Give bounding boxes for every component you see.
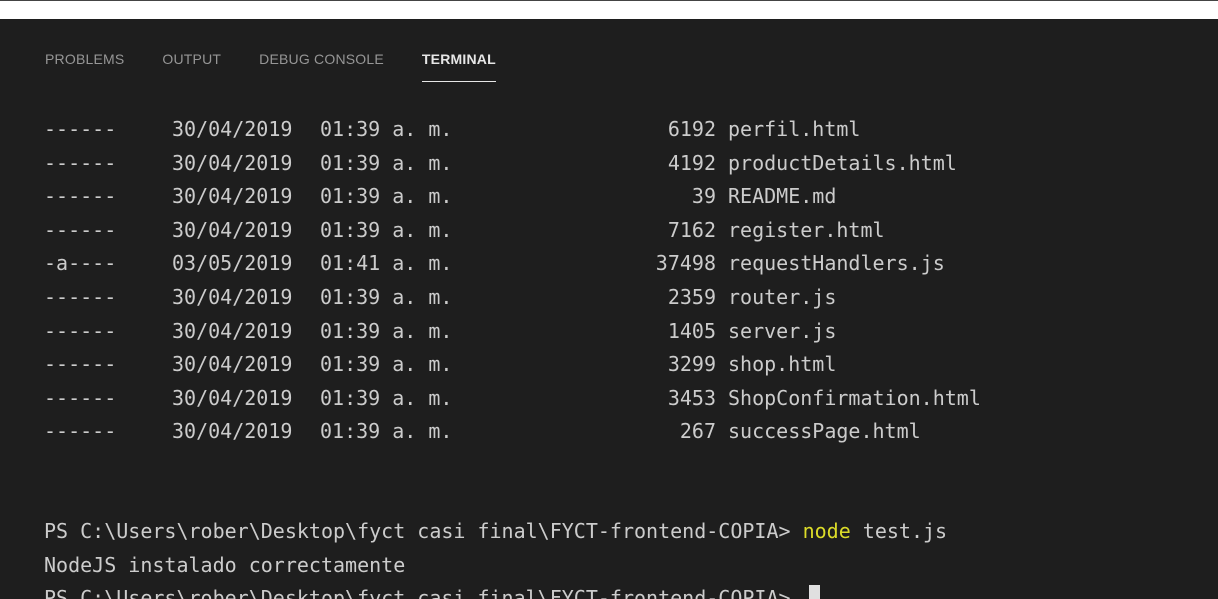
file-time: 01:39 a. m. [320, 284, 453, 309]
listing-row: ------ 30/04/2019 01:39 a. m. 267 successPag… [44, 415, 1218, 449]
file-name: server.js [728, 318, 837, 343]
file-time: 01:39 a. m. [320, 352, 453, 377]
file-length: 1405 [667, 318, 716, 343]
file-length: 2359 [667, 284, 716, 309]
file-name: productDetails.html [728, 150, 957, 175]
file-date: 30/04/2019 [172, 150, 293, 175]
file-date: 30/04/2019 [172, 217, 293, 242]
tab-debug-console[interactable]: DEBUG CONSOLE [259, 45, 384, 67]
file-mode: ------ [44, 284, 117, 309]
file-mode: ------ [44, 385, 117, 410]
file-date: 30/04/2019 [172, 318, 293, 343]
tab-problems[interactable]: PROBLEMS [45, 45, 124, 67]
file-mode: ------ [44, 184, 117, 209]
file-date: 30/04/2019 [172, 352, 293, 377]
file-length: 39 [691, 184, 716, 209]
active-prompt-line[interactable]: PS C:\Users\rober\Desktop\fyct casi fina… [44, 582, 1218, 599]
listing-row: ------ 30/04/2019 01:39 a. m. 6192 perfil.ht… [44, 113, 1218, 147]
file-name: router.js [728, 284, 837, 309]
file-date: 03/05/2019 [172, 251, 293, 276]
listing-row: ------ 30/04/2019 01:39 a. m. 3299 shop.html [44, 348, 1218, 382]
shell-prompt: PS C:\Users\rober\Desktop\fyct casi fina… [44, 518, 803, 543]
shell-prompt: PS C:\Users\rober\Desktop\fyct casi fina… [44, 586, 803, 599]
file-length: 7162 [667, 217, 716, 242]
file-name: shop.html [728, 352, 837, 377]
listing-row: ------ 30/04/2019 01:39 a. m. 2359 router.js [44, 281, 1218, 315]
file-length: 37498 [655, 251, 716, 276]
file-name: requestHandlers.js [728, 251, 945, 276]
file-time: 01:41 a. m. [320, 251, 453, 276]
listing-row: ------ 30/04/2019 01:39 a. m. 39 README.md [44, 180, 1218, 214]
terminal-output[interactable]: ------ 30/04/2019 01:39 a. m. 6192 perfil.ht… [44, 113, 1218, 599]
terminal-panel: PROBLEMS OUTPUT DEBUG CONSOLE TERMINAL -… [0, 0, 1218, 599]
file-name: perfil.html [728, 117, 861, 141]
file-name: register.html [728, 217, 885, 242]
file-mode: ------ [44, 150, 117, 175]
file-time: 01:39 a. m. [320, 117, 453, 141]
tab-output[interactable]: OUTPUT [162, 45, 221, 67]
file-mode: ------ [44, 419, 117, 444]
listing-row: -a---- 03/05/2019 01:41 a. m. 37498 requestH… [44, 247, 1218, 281]
file-date: 30/04/2019 [172, 385, 293, 410]
file-mode: ------ [44, 117, 117, 141]
command-args: test.js [850, 518, 948, 543]
file-length: 3299 [667, 352, 716, 377]
file-date: 30/04/2019 [172, 117, 293, 141]
file-time: 01:39 a. m. [320, 184, 453, 209]
file-date: 30/04/2019 [172, 184, 293, 209]
file-time: 01:39 a. m. [320, 385, 453, 410]
blank-lines [44, 449, 1218, 515]
file-date: 30/04/2019 [172, 284, 293, 309]
file-time: 01:39 a. m. [320, 318, 453, 343]
file-length: 3453 [667, 385, 716, 410]
file-mode: ------ [44, 217, 117, 242]
file-mode: ------ [44, 352, 117, 377]
file-name: successPage.html [728, 419, 921, 444]
listing-row: ------ 30/04/2019 01:39 a. m. 4192 productDe… [44, 147, 1218, 181]
file-time: 01:39 a. m. [320, 150, 453, 175]
file-name: README.md [728, 184, 837, 209]
text-cursor [808, 585, 820, 599]
listing-row: ------ 30/04/2019 01:39 a. m. 3453 ShopConfi… [44, 382, 1218, 416]
command-line: PS C:\Users\rober\Desktop\fyct casi fina… [44, 515, 1218, 549]
file-name: ShopConfirmation.html [728, 385, 981, 410]
file-length: 267 [679, 419, 716, 444]
panel-tabs: PROBLEMS OUTPUT DEBUG CONSOLE TERMINAL [26, 45, 515, 89]
file-mode: -a---- [44, 251, 117, 276]
file-length: 4192 [667, 150, 716, 175]
window-top-strip [0, 1, 1218, 19]
file-time: 01:39 a. m. [320, 419, 453, 444]
listing-row: ------ 30/04/2019 01:39 a. m. 7162 register.… [44, 214, 1218, 248]
command-program: node [802, 518, 851, 543]
file-length: 6192 [667, 117, 716, 141]
listing-row: ------ 30/04/2019 01:39 a. m. 1405 server.js [44, 315, 1218, 349]
command-output: NodeJS instalado correctamente [44, 552, 406, 577]
file-date: 30/04/2019 [172, 419, 293, 444]
tab-terminal[interactable]: TERMINAL [421, 45, 496, 82]
file-mode: ------ [44, 318, 117, 343]
file-time: 01:39 a. m. [320, 217, 453, 242]
